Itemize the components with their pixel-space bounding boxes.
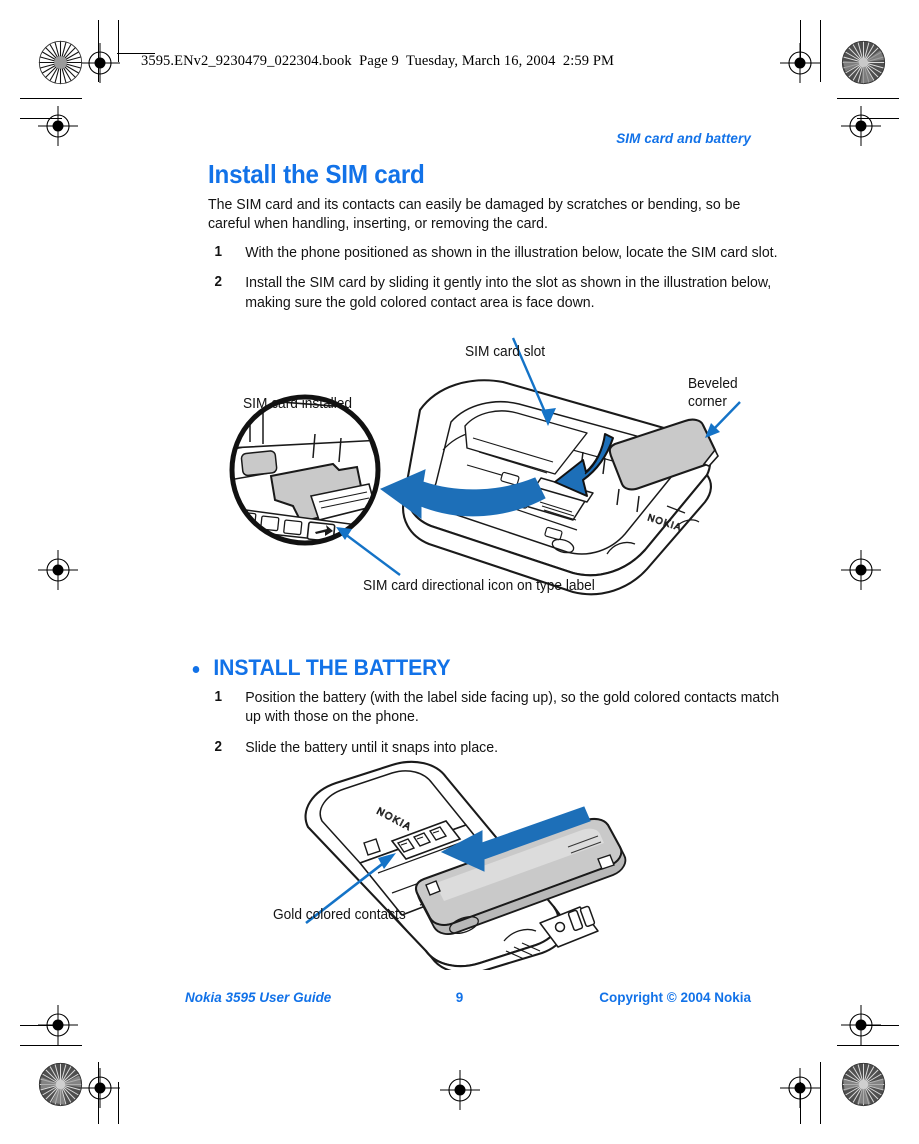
step-number: 1 <box>214 243 223 260</box>
page-title: Install the SIM card <box>208 159 425 189</box>
book-file-header-line: 3595.ENv2_9230479_022304.book Page 9 Tue… <box>141 53 614 69</box>
starburst-mark-top-left <box>38 40 83 85</box>
list-item: 1 With the phone positioned as shown in … <box>208 243 797 263</box>
battery-installation-figure: NOKIA Gold colored contacts <box>268 755 688 975</box>
figure-label-sim-card-slot: SIM card slot <box>465 344 546 360</box>
registration-target-bottom-left <box>80 1068 120 1108</box>
crop-line-bl-horz <box>20 1045 82 1046</box>
starburst-mark-bottom-left <box>38 1062 83 1107</box>
step-text: Position the battery (with the label sid… <box>245 688 780 726</box>
crop-line-tr-vert <box>820 20 821 82</box>
step-number: 1 <box>214 688 223 705</box>
footer-copyright: Copyright © 2004 Nokia <box>599 990 751 1005</box>
registration-target-left-middle <box>38 550 78 590</box>
registration-target-left-upper <box>38 106 78 146</box>
step-number: 2 <box>214 274 223 291</box>
figure-label-sim-directional-icon: SIM card directional icon on type label <box>363 578 595 594</box>
registration-target-right-middle <box>841 550 881 590</box>
step-text: With the phone positioned as shown in th… <box>245 243 778 261</box>
registration-target-bottom-right <box>780 1068 820 1108</box>
sim-card-illustration-graphic: NOKIA <box>229 337 741 596</box>
registration-target-left-lower <box>38 1005 78 1045</box>
document-page: 3595.ENv2_9230479_022304.book Page 9 Tue… <box>0 0 919 1144</box>
battery-steps-list: 1 Position the battery (with the label s… <box>208 688 780 758</box>
figure-label-sim-card-installed: SIM card installed <box>243 396 353 412</box>
step-number: 2 <box>214 738 223 755</box>
crop-line-tr-horz <box>837 98 899 99</box>
starburst-mark-top-right <box>841 40 886 85</box>
registration-target-right-upper <box>841 106 881 146</box>
starburst-mark-bottom-right <box>841 1062 886 1107</box>
battery-section: INSTALL THE BATTERY 1 Position the batte… <box>188 655 780 768</box>
crop-line-br-vert <box>820 1062 821 1124</box>
figure-label-beveled-corner: Beveled corner <box>688 376 738 410</box>
running-header: SIM card and battery <box>616 131 751 146</box>
registration-target-top-right <box>780 43 820 83</box>
crop-line-tl-horz <box>20 98 82 99</box>
step-text: Install the SIM card by sliding it gentl… <box>245 274 772 311</box>
list-item: 2 Install the SIM card by sliding it gen… <box>208 273 797 312</box>
footer-page-number: 9 <box>455 990 464 1005</box>
crop-line-br-horz <box>837 1045 899 1046</box>
bookline-rule <box>117 53 155 54</box>
step-text: Slide the battery until it snaps into pl… <box>245 738 499 756</box>
list-item: 1 Position the battery (with the label s… <box>208 688 797 727</box>
registration-target-right-lower <box>841 1005 881 1045</box>
sim-steps-list: 1 With the phone positioned as shown in … <box>208 243 778 313</box>
registration-target-bottom-center <box>440 1070 480 1110</box>
sim-card-installation-figure: NOKIA SIM card slot SIM card installed B… <box>215 330 755 615</box>
bullet-icon <box>192 666 200 673</box>
section-heading-install-battery: INSTALL THE BATTERY <box>188 655 726 681</box>
battery-illustration-graphic: NOKIA <box>304 760 627 975</box>
sim-intro-paragraph: The SIM card and its contacts can easily… <box>208 195 741 233</box>
section-heading-label: INSTALL THE BATTERY <box>213 655 451 680</box>
contact-pad <box>240 450 278 477</box>
registration-target-top-left <box>80 43 120 83</box>
main-content: Install the SIM card The SIM card and it… <box>208 159 778 323</box>
figure-label-gold-colored-contacts: Gold colored contacts <box>273 907 406 923</box>
